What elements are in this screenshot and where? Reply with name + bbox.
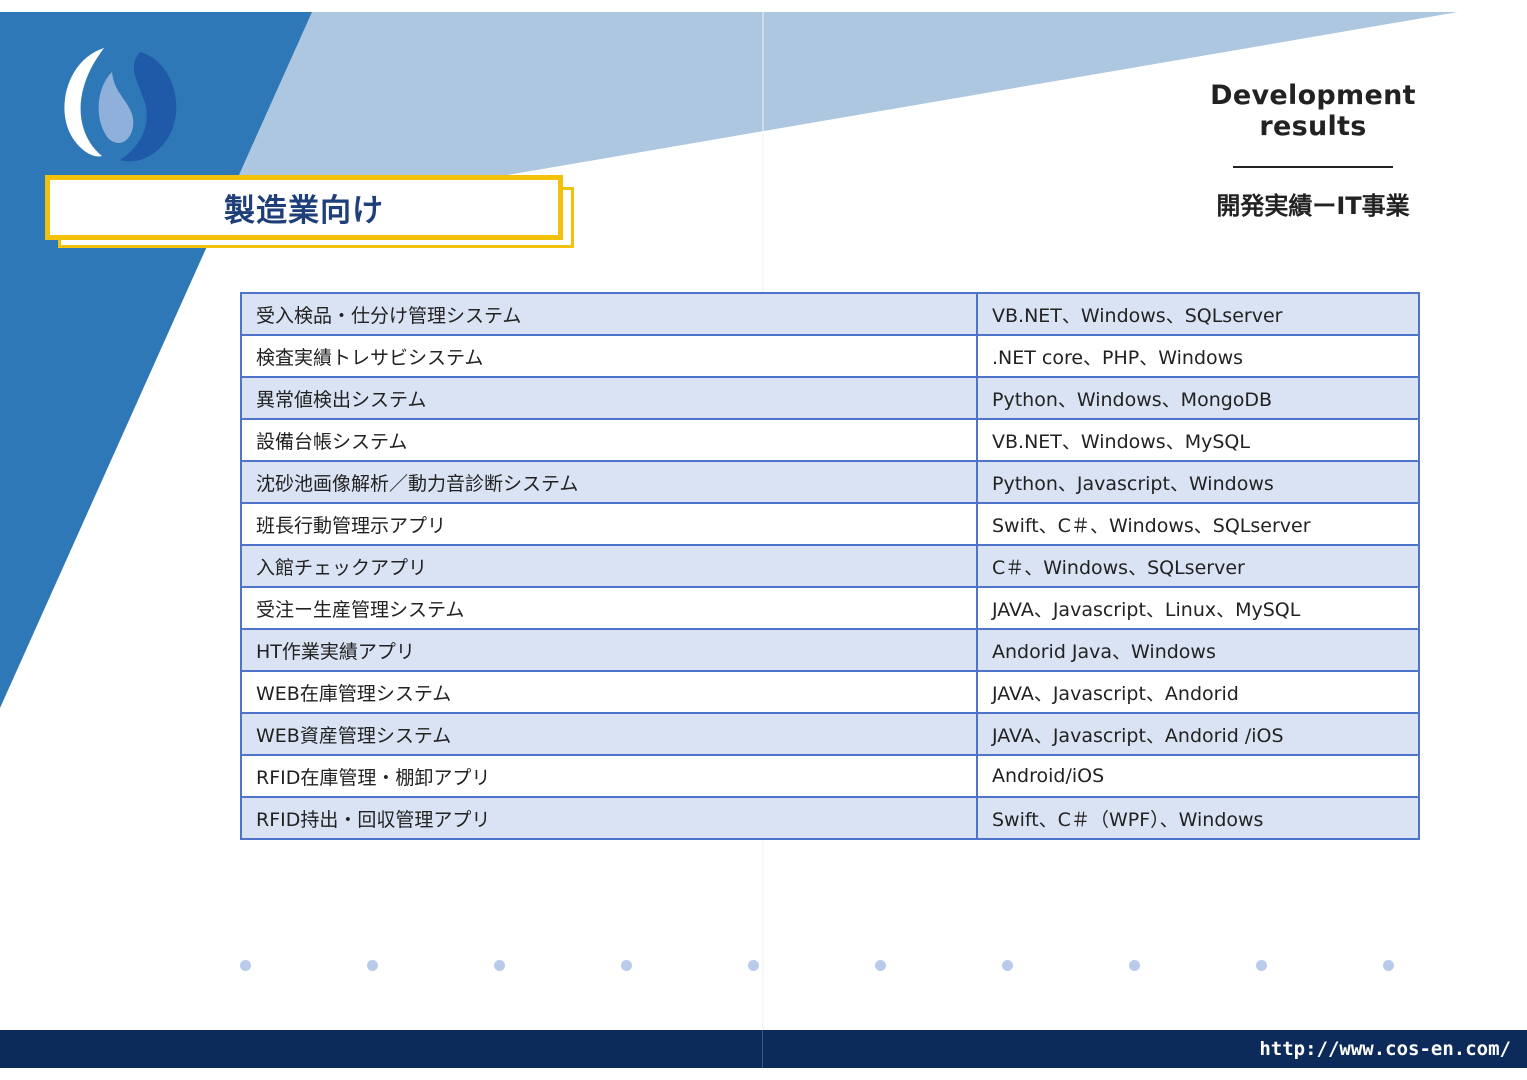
table-row: RFID在庫管理・棚卸アプリ Android/iOS <box>240 754 1420 798</box>
system-name-cell: WEB在庫管理システム <box>240 670 978 714</box>
tech-stack-cell: .NET core、PHP、Windows <box>976 334 1420 378</box>
system-name-cell: 検査実績トレサビシステム <box>240 334 978 378</box>
results-table: 受入検品・仕分け管理システム VB.NET、Windows、SQLserver 検… <box>240 292 1420 840</box>
company-logo-icon <box>64 48 177 162</box>
section-title: 製造業向け <box>224 193 384 229</box>
system-name-cell: 受注ー生産管理システム <box>240 586 978 630</box>
table-row: WEB資産管理システム JAVA、Javascript、Andorid /iOS <box>240 712 1420 756</box>
tech-stack-cell: Swift、C＃、Windows、SQLserver <box>976 502 1420 546</box>
dot <box>621 960 632 971</box>
heading-japanese: 開発実績ーIT事業 <box>1216 192 1410 220</box>
heading-english: Development results <box>1210 80 1416 142</box>
tech-stack-cell: VB.NET、Windows、SQLserver <box>976 292 1420 336</box>
dot <box>1383 960 1394 971</box>
tech-stack-cell: C＃、Windows、SQLserver <box>976 544 1420 588</box>
tech-stack-cell: Andorid Java、Windows <box>976 628 1420 672</box>
tech-stack-cell: VB.NET、Windows、MySQL <box>976 418 1420 462</box>
tech-stack-cell: Android/iOS <box>976 754 1420 798</box>
system-name-cell: 班長行動管理示アプリ <box>240 502 978 546</box>
tech-stack-cell: Swift、C＃（WPF）、Windows <box>976 796 1420 840</box>
system-name-cell: 受入検品・仕分け管理システム <box>240 292 978 336</box>
dot <box>748 960 759 971</box>
table-row: 入館チェックアプリ C＃、Windows、SQLserver <box>240 544 1420 588</box>
table-row: 設備台帳システム VB.NET、Windows、MySQL <box>240 418 1420 462</box>
system-name-cell: RFID持出・回収管理アプリ <box>240 796 978 840</box>
dot <box>875 960 886 971</box>
tech-stack-cell: JAVA、Javascript、Linux、MySQL <box>976 586 1420 630</box>
footer-url: http://www.cos-en.com/ <box>1259 1038 1511 1060</box>
dot <box>240 960 251 971</box>
dot <box>1002 960 1013 971</box>
system-name-cell: RFID在庫管理・棚卸アプリ <box>240 754 978 798</box>
section-title-box: 製造業向け <box>45 175 563 240</box>
table-row: 班長行動管理示アプリ Swift、C＃、Windows、SQLserver <box>240 502 1420 546</box>
table-row: 受注ー生産管理システム JAVA、Javascript、Linux、MySQL <box>240 586 1420 630</box>
footer-divider <box>762 1030 763 1068</box>
table-row: 検査実績トレサビシステム .NET core、PHP、Windows <box>240 334 1420 378</box>
tech-stack-cell: JAVA、Javascript、Andorid /iOS <box>976 712 1420 756</box>
system-name-cell: HT作業実績アプリ <box>240 628 978 672</box>
decorative-dots <box>240 960 1400 972</box>
table-row: 異常値検出システム Python、Windows、MongoDB <box>240 376 1420 420</box>
table-row: 受入検品・仕分け管理システム VB.NET、Windows、SQLserver <box>240 292 1420 336</box>
table-row: RFID持出・回収管理アプリ Swift、C＃（WPF）、Windows <box>240 796 1420 840</box>
dot <box>367 960 378 971</box>
heading-divider <box>1233 166 1393 168</box>
dot <box>1129 960 1140 971</box>
dot <box>494 960 505 971</box>
tech-stack-cell: JAVA、Javascript、Andorid <box>976 670 1420 714</box>
system-name-cell: WEB資産管理システム <box>240 712 978 756</box>
dot <box>1256 960 1267 971</box>
tech-stack-cell: Python、Javascript、Windows <box>976 460 1420 504</box>
system-name-cell: 沈砂池画像解析／動力音診断システム <box>240 460 978 504</box>
system-name-cell: 異常値検出システム <box>240 376 978 420</box>
system-name-cell: 入館チェックアプリ <box>240 544 978 588</box>
table-row: HT作業実績アプリ Andorid Java、Windows <box>240 628 1420 672</box>
footer-bar: http://www.cos-en.com/ <box>0 1030 1527 1068</box>
table-row: WEB在庫管理システム JAVA、Javascript、Andorid <box>240 670 1420 714</box>
system-name-cell: 設備台帳システム <box>240 418 978 462</box>
page-heading: Development results 開発実績ーIT事業 <box>1163 80 1463 221</box>
tech-stack-cell: Python、Windows、MongoDB <box>976 376 1420 420</box>
table-row: 沈砂池画像解析／動力音診断システム Python、Javascript、Windo… <box>240 460 1420 504</box>
